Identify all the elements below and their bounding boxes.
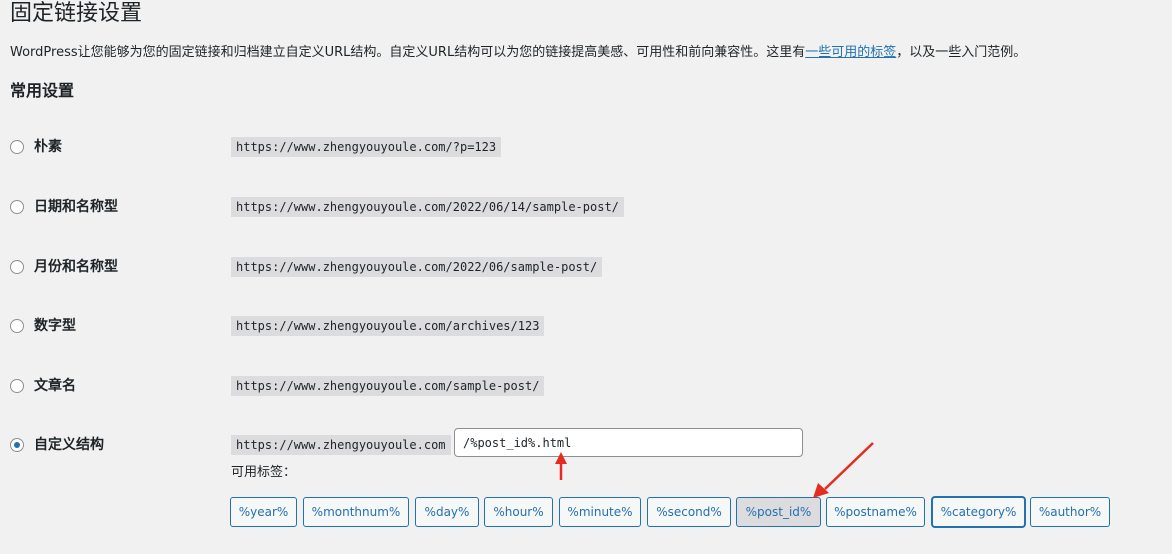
radio-month-name[interactable]	[10, 260, 24, 274]
intro-text-after: ，以及一些入门范例。	[896, 45, 1027, 60]
option-label-plain[interactable]: 朴素	[34, 138, 62, 156]
intro-text-before: WordPress让您能够为您的固定链接和归档建立自定义URL结构。自定义URL…	[10, 45, 806, 60]
radio-day-name[interactable]	[10, 200, 24, 214]
option-row-month-name[interactable]: 月份和名称型 https://www.zhengyouyoule.com/202…	[0, 257, 1172, 281]
section-title-common-settings: 常用设置	[10, 81, 75, 100]
sample-url-month-name: https://www.zhengyouyoule.com/2022/06/sa…	[231, 257, 603, 277]
option-label-day-name[interactable]: 日期和名称型	[34, 198, 118, 216]
tag-button-postname[interactable]: %postname%	[826, 497, 925, 527]
tag-button-second[interactable]: %second%	[647, 497, 731, 527]
available-tags-label: 可用标签：	[231, 465, 297, 480]
page-title: 固定链接设置	[10, 1, 143, 26]
option-label-numeric[interactable]: 数字型	[34, 317, 76, 335]
intro-text: WordPress让您能够为您的固定链接和归档建立自定义URL结构。自定义URL…	[10, 44, 1026, 62]
tag-button-day[interactable]: %day%	[415, 497, 479, 527]
sample-url-post-name: https://www.zhengyouyoule.com/sample-pos…	[231, 376, 545, 396]
option-label-month-name[interactable]: 月份和名称型	[34, 258, 118, 276]
radio-custom-structure[interactable]	[10, 438, 24, 452]
option-row-post-name[interactable]: 文章名 https://www.zhengyouyoule.com/sample…	[0, 376, 1172, 400]
radio-numeric[interactable]	[10, 319, 24, 333]
custom-structure-input[interactable]	[454, 428, 803, 457]
tag-button-year[interactable]: %year%	[230, 497, 297, 527]
tag-button-post-id[interactable]: %post_id%	[736, 497, 821, 527]
radio-plain[interactable]	[10, 140, 24, 154]
radio-post-name[interactable]	[10, 379, 24, 393]
sample-url-custom-base: https://www.zhengyouyoule.com	[231, 435, 451, 455]
tag-button-category[interactable]: %category%	[932, 497, 1025, 527]
option-row-plain[interactable]: 朴素 https://www.zhengyouyoule.com/?p=123	[0, 137, 1172, 161]
tag-button-minute[interactable]: %minute%	[559, 497, 641, 527]
available-tags-link[interactable]: 一些可用的标签	[805, 45, 896, 60]
sample-url-day-name: https://www.zhengyouyoule.com/2022/06/14…	[231, 197, 624, 217]
tag-button-monthnum[interactable]: %monthnum%	[303, 497, 409, 527]
option-row-day-name[interactable]: 日期和名称型 https://www.zhengyouyoule.com/202…	[0, 197, 1172, 221]
sample-url-plain: https://www.zhengyouyoule.com/?p=123	[231, 137, 502, 157]
option-label-post-name[interactable]: 文章名	[34, 377, 76, 395]
tag-button-hour[interactable]: %hour%	[484, 497, 553, 527]
sample-url-numeric: https://www.zhengyouyoule.com/archives/1…	[231, 316, 545, 336]
option-label-custom-structure[interactable]: 自定义结构	[34, 436, 104, 454]
option-row-numeric[interactable]: 数字型 https://www.zhengyouyoule.com/archiv…	[0, 316, 1172, 340]
tag-button-author[interactable]: %author%	[1030, 497, 1110, 527]
